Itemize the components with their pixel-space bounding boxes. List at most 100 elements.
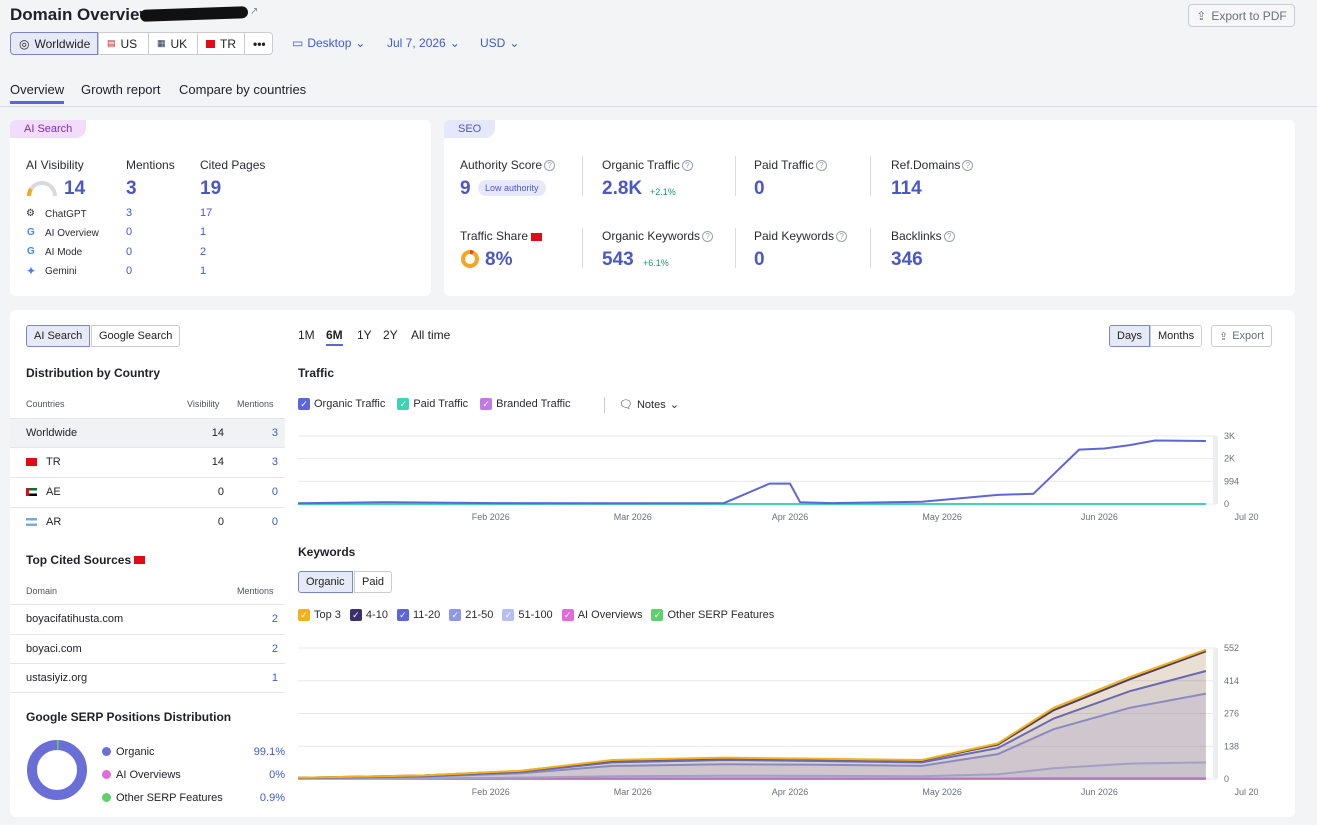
keywords-legend: ✓ Top 3 ✓ 4-10 ✓ 11-20 ✓ 21-50 ✓ 51-100 ✓ AI Overvi… [298, 609, 774, 621]
period-all-time[interactable]: All time [411, 328, 450, 342]
toggle-ai-search[interactable]: AI Search [26, 325, 91, 347]
region-tr[interactable]: TR [197, 32, 245, 55]
period-1m[interactable]: 1M [298, 328, 315, 342]
ai-row-label: Gemini [45, 266, 77, 277]
ai-row-mentions[interactable]: 0 [126, 265, 132, 277]
checkbox-icon: ✓ [561, 609, 574, 621]
table-row[interactable]: AR 0 0 [10, 507, 285, 536]
scroll-handle [1213, 436, 1218, 504]
legend-item[interactable]: ✓ 11-20 [396, 609, 441, 621]
period-6m[interactable]: 6M [326, 328, 343, 346]
currency-dropdown[interactable]: USD ⌄ [480, 36, 519, 50]
export-button[interactable]: ⇪ Export [1211, 325, 1273, 347]
region-worldwide[interactable]: ◎ Worldwide [10, 32, 98, 55]
toggle-google-search[interactable]: Google Search [91, 325, 181, 347]
external-link-icon[interactable]: ↗ [250, 6, 258, 17]
traffic-title: Traffic [298, 366, 335, 380]
device-dropdown[interactable]: ▭ Desktop ⌄ [292, 36, 365, 50]
info-icon: ? [681, 160, 693, 172]
notes-dropdown[interactable]: 🗨 Notes ⌄ [619, 398, 679, 412]
ai-row-mentions[interactable]: 0 [126, 246, 132, 258]
legend-item[interactable]: ✓ Paid Traffic [397, 398, 468, 410]
ai-row-cited[interactable]: 1 [200, 226, 206, 238]
ref-domains-value[interactable]: 114 [891, 178, 922, 200]
table-row[interactable]: AE 0 0 [10, 477, 285, 506]
toggle-days[interactable]: Days [1109, 325, 1151, 347]
y-tick-label: 552 [1224, 643, 1239, 653]
col-visibility: Visibility [187, 399, 220, 409]
traffic-chart: 3K 2K 994 0 Feb 2026 Mar 2026 Apr 2026 May 2026… [298, 431, 1258, 522]
tab-compare-countries[interactable]: Compare by countries [179, 82, 306, 97]
ai-row-cited[interactable]: 17 [200, 207, 212, 219]
divider [870, 228, 871, 268]
authority-score-value[interactable]: 9 [460, 178, 471, 200]
top-cited-title: Top Cited Sources [26, 553, 146, 567]
paid-keywords-value[interactable]: 0 [754, 249, 765, 271]
legend-label: 21-50 [465, 609, 494, 621]
period-1y[interactable]: 1Y [357, 328, 372, 342]
legend-item[interactable]: ✓ 21-50 [449, 609, 493, 621]
legend-item[interactable]: ✓ Top 3 [298, 609, 341, 621]
col-mentions: Mentions [237, 399, 274, 409]
toggle-paid[interactable]: Paid [354, 571, 393, 593]
toggle-organic[interactable]: Organic [298, 571, 353, 593]
tab-divider [0, 106, 1317, 107]
organic-keywords-delta: +6.1% [643, 258, 669, 268]
region-us[interactable]: ▤ US [98, 32, 149, 55]
traffic-share-value: 8% [485, 249, 513, 270]
info-icon: ? [836, 231, 848, 243]
legend-dot [102, 770, 111, 779]
legend-label: 11-20 [412, 609, 441, 621]
authority-score-label: Authority Score? [460, 158, 556, 172]
tab-growth-report[interactable]: Growth report [81, 82, 160, 97]
checkbox-icon: ✓ [449, 609, 462, 621]
legend-item[interactable]: ✓ Organic Traffic [298, 398, 385, 410]
table-row[interactable]: boyacifatihusta.com 2 [10, 604, 285, 633]
table-row[interactable]: Worldwide 14 3 [10, 418, 285, 447]
legend-dot [102, 793, 111, 802]
tab-overview[interactable]: Overview [10, 82, 65, 104]
divider [10, 692, 285, 693]
x-tick-label: Apr 2026 [772, 787, 809, 797]
ai-row-mentions[interactable]: 3 [126, 207, 132, 219]
ai-row-mentions[interactable]: 0 [126, 226, 132, 238]
redaction-mark [139, 6, 249, 22]
organic-traffic-label: Organic Traffic? [602, 158, 693, 172]
period-2y[interactable]: 2Y [383, 328, 398, 342]
checkbox-icon: ✓ [480, 398, 493, 410]
traffic-share-donut [461, 250, 479, 268]
legend-value: 0% [269, 768, 285, 781]
google-icon: G [27, 227, 35, 238]
toggle-months[interactable]: Months [1150, 325, 1203, 347]
organic-keywords-value[interactable]: 543 [602, 249, 634, 271]
legend-dot [102, 747, 111, 756]
paid-traffic-value[interactable]: 0 [754, 178, 765, 200]
table-row[interactable]: boyaci.com 2 [10, 634, 285, 663]
organic-traffic-value[interactable]: 2.8K [602, 178, 642, 200]
ae-flag-icon [26, 488, 37, 496]
legend-item[interactable]: ✓ 51-100 [502, 609, 553, 621]
ai-row-cited[interactable]: 1 [200, 265, 206, 277]
table-row[interactable]: ustasiyiz.org 1 [10, 663, 285, 692]
legend-item[interactable]: ✓ AI Overviews [561, 609, 642, 621]
chevron-down-icon: ⌄ [669, 399, 679, 411]
ai-row-cited[interactable]: 2 [200, 246, 206, 258]
table-row[interactable]: TR 14 3 [10, 447, 285, 476]
serp-donut-chart [27, 739, 87, 800]
legend-item[interactable]: ✓ Branded Traffic [480, 398, 571, 410]
date-dropdown[interactable]: Jul 7, 2026 ⌄ [387, 36, 460, 50]
desktop-icon: ▭ [292, 36, 304, 50]
more-regions-button[interactable]: ••• [244, 32, 273, 55]
legend-item[interactable]: ✓ Other SERP Features [651, 609, 774, 621]
series-area [298, 649, 1206, 779]
backlinks-value[interactable]: 346 [891, 249, 923, 271]
ai-row-label: AI Mode [45, 247, 83, 258]
chevron-down-icon: ⌄ [355, 36, 366, 50]
region-uk[interactable]: ▦ UK [148, 32, 198, 55]
legend-label: Organic [116, 745, 155, 758]
legend-item[interactable]: ✓ 4-10 [349, 609, 388, 621]
export-pdf-button[interactable]: ⇪ Export to PDF [1188, 4, 1295, 27]
info-icon: ? [962, 160, 974, 172]
x-tick-label: Mar 2026 [614, 787, 652, 797]
info-icon: ? [943, 231, 955, 243]
